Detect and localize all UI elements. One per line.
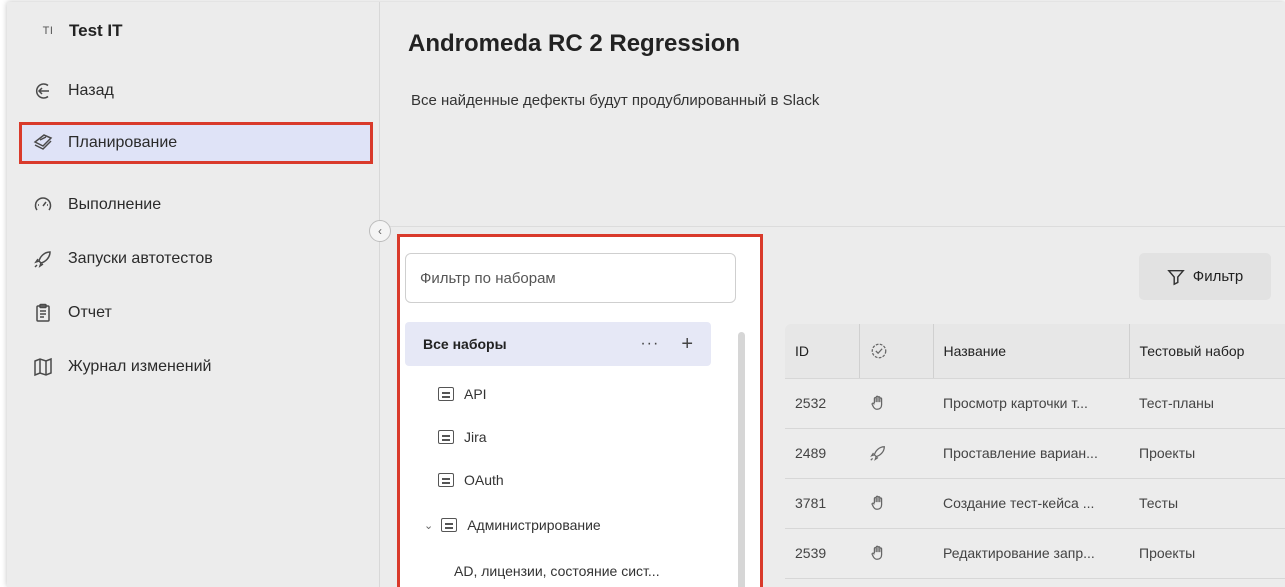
sidebar-item-label: Выполнение: [68, 196, 162, 213]
row-suite: Проекты: [1129, 428, 1285, 479]
sidebar-item-back[interactable]: Назад: [19, 70, 373, 112]
row-id: 3781: [785, 478, 859, 529]
filter-button[interactable]: Фильтр: [1139, 253, 1271, 300]
table-row[interactable]: 2489 Проставление вариан... Проекты: [785, 428, 1285, 479]
row-suite: Проекты: [1129, 528, 1285, 579]
suite-item[interactable]: API: [438, 380, 487, 408]
chevron-down-icon[interactable]: ⌄: [424, 519, 433, 532]
column-header-name[interactable]: Название: [932, 324, 1129, 379]
brand[interactable]: TI Test IT: [35, 20, 123, 42]
chevron-left-icon: ‹: [378, 224, 382, 238]
column-header-id[interactable]: ID: [785, 324, 859, 379]
suite-label: AD, лицензии, состояние сист...: [454, 563, 660, 579]
row-type-cell: [859, 378, 933, 429]
suite-icon: [438, 387, 454, 401]
row-name[interactable]: Просмотр карточки т...: [933, 378, 1129, 429]
page-title: Andromeda RC 2 Regression: [408, 30, 741, 57]
rocket-icon: [32, 248, 54, 270]
row-name[interactable]: Редактирование запр...: [933, 528, 1129, 579]
table-row[interactable]: 3781 Создание тест-кейса ... Тесты: [785, 478, 1285, 529]
divider: [381, 226, 1285, 227]
suites-scrollbar[interactable]: [738, 332, 745, 587]
sidebar-item-execution[interactable]: Выполнение: [19, 184, 373, 226]
project-badge: TI: [42, 25, 54, 37]
gauge-icon: [32, 194, 54, 216]
status-check-icon: [871, 343, 886, 359]
clipboard-icon: [32, 302, 54, 324]
sidebar-item-label: Планирование: [68, 134, 178, 151]
manual-hand-icon: [871, 545, 883, 561]
more-actions-icon[interactable]: ···: [640, 335, 659, 353]
manual-hand-icon: [871, 395, 883, 411]
sidebar-item-label: Журнал изменений: [68, 358, 212, 375]
sidebar: TI Test IT Назад Планирование Выполнение: [7, 2, 380, 587]
collapse-sidebar-button[interactable]: ‹: [369, 220, 391, 242]
suite-filter-input[interactable]: [405, 253, 736, 303]
table-row[interactable]: 2539 Редактирование запр... Проекты: [785, 528, 1285, 579]
row-type-cell: [859, 528, 933, 579]
row-suite: Тест-планы: [1129, 378, 1285, 429]
suite-item[interactable]: AD, лицензии, состояние сист...: [454, 557, 660, 585]
suite-icon: [438, 430, 454, 444]
row-id: 2539: [785, 528, 859, 579]
sidebar-item-changelog[interactable]: Журнал изменений: [19, 346, 373, 388]
suite-label: Jira: [464, 429, 487, 445]
row-id: 2489: [785, 428, 859, 479]
suite-label: Администрирование: [467, 517, 601, 533]
sidebar-item-label: Отчет: [68, 304, 112, 321]
book-icon: [32, 356, 54, 378]
filter-icon: [1167, 269, 1185, 285]
all-suites-item[interactable]: Все наборы ··· +: [405, 322, 711, 366]
row-name[interactable]: Создание тест-кейса ...: [933, 478, 1129, 529]
table-row[interactable]: 2532 Просмотр карточки т... Тест-планы: [785, 378, 1285, 429]
row-name[interactable]: Проставление вариан...: [933, 428, 1129, 479]
suite-icon: [438, 473, 454, 487]
tests-table: ID Название Тестовый набор 2532 Просмотр…: [785, 324, 1285, 579]
sidebar-item-autotest-runs[interactable]: Запуски автотестов: [19, 238, 373, 280]
automated-rocket-icon: [870, 446, 885, 461]
back-arrow-icon: [32, 80, 54, 102]
column-header-status[interactable]: [858, 324, 933, 379]
app-window: TI Test IT Назад Планирование Выполнение: [7, 2, 1285, 587]
suite-label: API: [464, 386, 487, 402]
table-header-row: ID Название Тестовый набор: [785, 324, 1285, 379]
sidebar-item-report[interactable]: Отчет: [19, 292, 373, 334]
row-type-cell: [859, 428, 933, 479]
suite-item[interactable]: Jira: [438, 423, 487, 451]
row-id: 2532: [785, 378, 859, 429]
app-name: Test IT: [69, 21, 123, 40]
suite-label: OAuth: [464, 472, 504, 488]
suites-panel: Все наборы ··· + API Jira OAuth ⌄: [397, 234, 763, 587]
filter-button-label: Фильтр: [1192, 268, 1244, 285]
row-suite: Тесты: [1129, 478, 1285, 529]
suite-item[interactable]: OAuth: [438, 466, 504, 494]
all-suites-label: Все наборы: [423, 336, 507, 352]
sidebar-item-label: Назад: [68, 82, 114, 99]
column-header-suite[interactable]: Тестовый набор: [1128, 324, 1285, 379]
page-description: Все найденные дефекты будут продублирова…: [411, 92, 820, 109]
suite-item[interactable]: ⌄ Администрирование: [424, 511, 601, 539]
manual-hand-icon: [871, 495, 883, 511]
suite-icon: [441, 518, 458, 532]
add-suite-icon[interactable]: +: [681, 333, 693, 356]
planning-icon: [32, 132, 54, 154]
sidebar-item-label: Запуски автотестов: [68, 250, 213, 267]
main-content: Andromeda RC 2 Regression Все найденные …: [381, 2, 1285, 587]
sidebar-item-planning[interactable]: Планирование: [19, 122, 373, 164]
row-type-cell: [859, 478, 933, 529]
